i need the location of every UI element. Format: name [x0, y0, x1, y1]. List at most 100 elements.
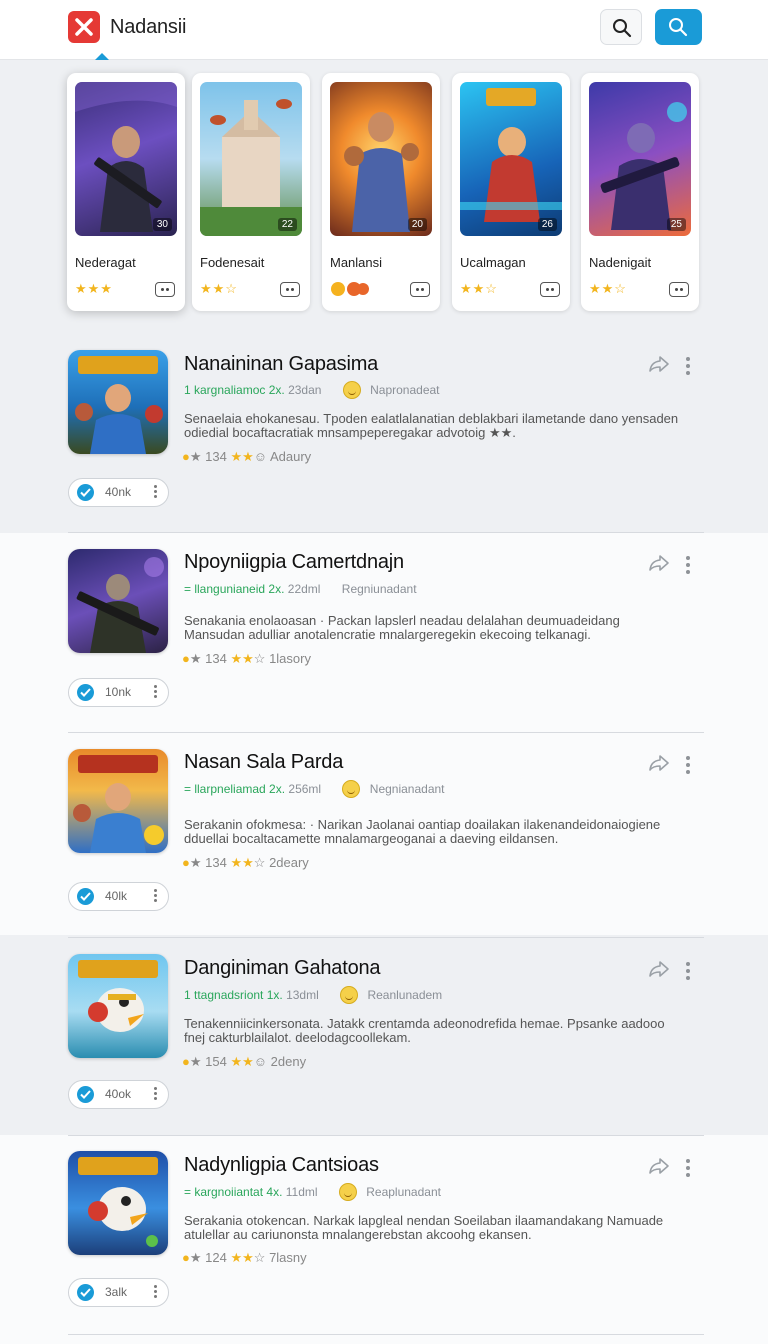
- share-icon[interactable]: [648, 960, 670, 983]
- pill-menu-icon[interactable]: [154, 1285, 158, 1300]
- emoji-icon: [340, 986, 359, 1004]
- share-icon[interactable]: [648, 1157, 670, 1180]
- featured-rating-stars: ★★★: [75, 281, 113, 296]
- meta-size: 256ml: [288, 782, 322, 797]
- stats-extra: 2deny: [270, 1054, 307, 1069]
- download-count: 3alk: [105, 1285, 128, 1299]
- entry-title[interactable]: Nanaininan Gapasima: [184, 353, 378, 376]
- game-icon: [68, 749, 168, 853]
- install-pill[interactable]: 10nk: [68, 678, 169, 707]
- entry-description: Senaelaia ehokanesau. Tpoden ealatlalana…: [184, 411, 679, 440]
- entry-title[interactable]: Npoyniigpia Camertdnajn: [184, 551, 404, 574]
- more-vert-icon[interactable]: [686, 962, 694, 983]
- share-icon[interactable]: [648, 754, 670, 777]
- stats-count: 154: [205, 1054, 227, 1069]
- rating-stars-icon: ★★: [230, 855, 254, 870]
- more-icon[interactable]: [669, 282, 689, 297]
- share-icon[interactable]: [648, 554, 670, 577]
- featured-game-art: 30: [75, 82, 177, 236]
- entry-title[interactable]: Danginiman Gahatona: [184, 957, 381, 980]
- meta-category: Reaplunadant: [366, 1185, 441, 1200]
- search-submit-button[interactable]: [655, 9, 702, 45]
- more-vert-icon[interactable]: [686, 1159, 694, 1180]
- pill-menu-icon[interactable]: [154, 485, 158, 500]
- more-icon[interactable]: [540, 282, 560, 297]
- app-logo-icon[interactable]: [68, 11, 100, 43]
- entry-stats: ●★ 134 ★★☆ 1lasory: [182, 651, 311, 666]
- download-count: 10nk: [105, 685, 132, 699]
- install-pill[interactable]: 40lk: [68, 882, 169, 911]
- share-icon[interactable]: [648, 355, 670, 378]
- divider: [68, 937, 704, 938]
- meta-category: Napronadeat: [370, 383, 440, 398]
- meta-category: Reanlunadem: [367, 988, 443, 1003]
- entry-description: Senakania enolaoasan · Packan lapslerl n…: [184, 613, 620, 642]
- meta-size: 11dml: [285, 1185, 318, 1200]
- featured-card[interactable]: 25 Nadenigait ★★☆: [581, 73, 699, 311]
- more-icon[interactable]: [280, 282, 300, 297]
- featured-rating-stars: ★★☆: [200, 281, 238, 296]
- rating-stars-icon: ●: [182, 651, 190, 666]
- featured-badge: 25: [666, 218, 686, 231]
- featured-title: Nadenigait: [589, 255, 652, 270]
- app-name: Nadansii: [110, 16, 187, 38]
- more-vert-icon[interactable]: [686, 556, 694, 577]
- pill-menu-icon[interactable]: [154, 685, 158, 700]
- entry-stats: ●★ 124 ★★☆ 7lasny: [182, 1250, 307, 1265]
- meta-developer: = kargnoiiantat 4x.: [184, 1185, 283, 1200]
- more-icon[interactable]: [155, 282, 175, 297]
- featured-card[interactable]: 26 Ucalmagan ★★☆: [452, 73, 570, 311]
- featured-rating-stars: ★★☆: [460, 281, 498, 296]
- more-vert-icon[interactable]: [686, 357, 694, 378]
- stats-count: 134: [205, 651, 227, 666]
- check-icon: [77, 888, 94, 905]
- featured-game-art: 22: [200, 82, 302, 236]
- divider: [68, 532, 704, 533]
- divider: [68, 732, 704, 733]
- entry-description: Serakanin ofokmesa: · Narikan Jaolanai o…: [184, 817, 661, 846]
- featured-game-art: 20: [330, 82, 432, 236]
- pill-menu-icon[interactable]: [154, 1087, 158, 1102]
- meta-developer: = llarpneliamad 2x.: [184, 782, 286, 797]
- rating-stars-icon: ●: [182, 449, 190, 464]
- stats-extra: 7lasny: [269, 1250, 307, 1265]
- search-icon: [669, 18, 688, 37]
- featured-card[interactable]: 30 Nederagat ★★★: [67, 73, 185, 311]
- featured-rating-stars: ★★☆: [589, 281, 627, 296]
- emoji-icon: [342, 381, 361, 399]
- install-pill[interactable]: 3alk: [68, 1278, 169, 1307]
- active-tab-indicator: [95, 53, 109, 60]
- stats-extra: 1lasory: [269, 651, 311, 666]
- more-vert-icon[interactable]: [686, 756, 694, 777]
- entry-title[interactable]: Nadynligpia Cantsioas: [184, 1154, 379, 1177]
- emoji-icon: [338, 1183, 357, 1201]
- pill-menu-icon[interactable]: [154, 889, 158, 904]
- download-count: 40lk: [105, 889, 128, 903]
- more-icon[interactable]: [410, 282, 430, 297]
- rating-stars-icon: ●: [182, 1250, 190, 1265]
- divider: [68, 1135, 704, 1136]
- divider: [68, 1334, 704, 1335]
- featured-game-art: 26: [460, 82, 562, 236]
- featured-title: Nederagat: [75, 255, 136, 270]
- entry-meta: 1 ttagnadsriont 1x. 13dml Reanlunadem: [184, 986, 443, 1005]
- install-pill[interactable]: 40nk: [68, 478, 169, 507]
- stats-extra: Adaury: [269, 449, 312, 464]
- rating-stars-icon: ★★: [230, 651, 254, 666]
- search-button[interactable]: [600, 9, 642, 45]
- featured-rating-icons: [330, 281, 370, 300]
- featured-card[interactable]: 20 Manlansi: [322, 73, 440, 311]
- emoji-icon: [342, 780, 361, 798]
- stats-count: 134: [205, 855, 227, 870]
- featured-card[interactable]: 22 Fodenesait ★★☆: [192, 73, 310, 311]
- entry-meta: 1 kargnaliamoc 2x. 23dan Napronadeat: [184, 381, 440, 400]
- meta-size: 22dml: [287, 582, 321, 596]
- download-count: 40nk: [105, 485, 132, 499]
- entry-title[interactable]: Nasan Sala Parda: [184, 751, 343, 774]
- stats-extra: 2deary: [269, 855, 309, 870]
- search-icon: [613, 19, 632, 38]
- stats-count: 134: [205, 449, 227, 464]
- featured-title: Ucalmagan: [460, 255, 526, 270]
- install-pill[interactable]: 40ok: [68, 1080, 169, 1109]
- entry-description: Tenakenniicinkersonata. Jatakk crentamda…: [184, 1016, 665, 1045]
